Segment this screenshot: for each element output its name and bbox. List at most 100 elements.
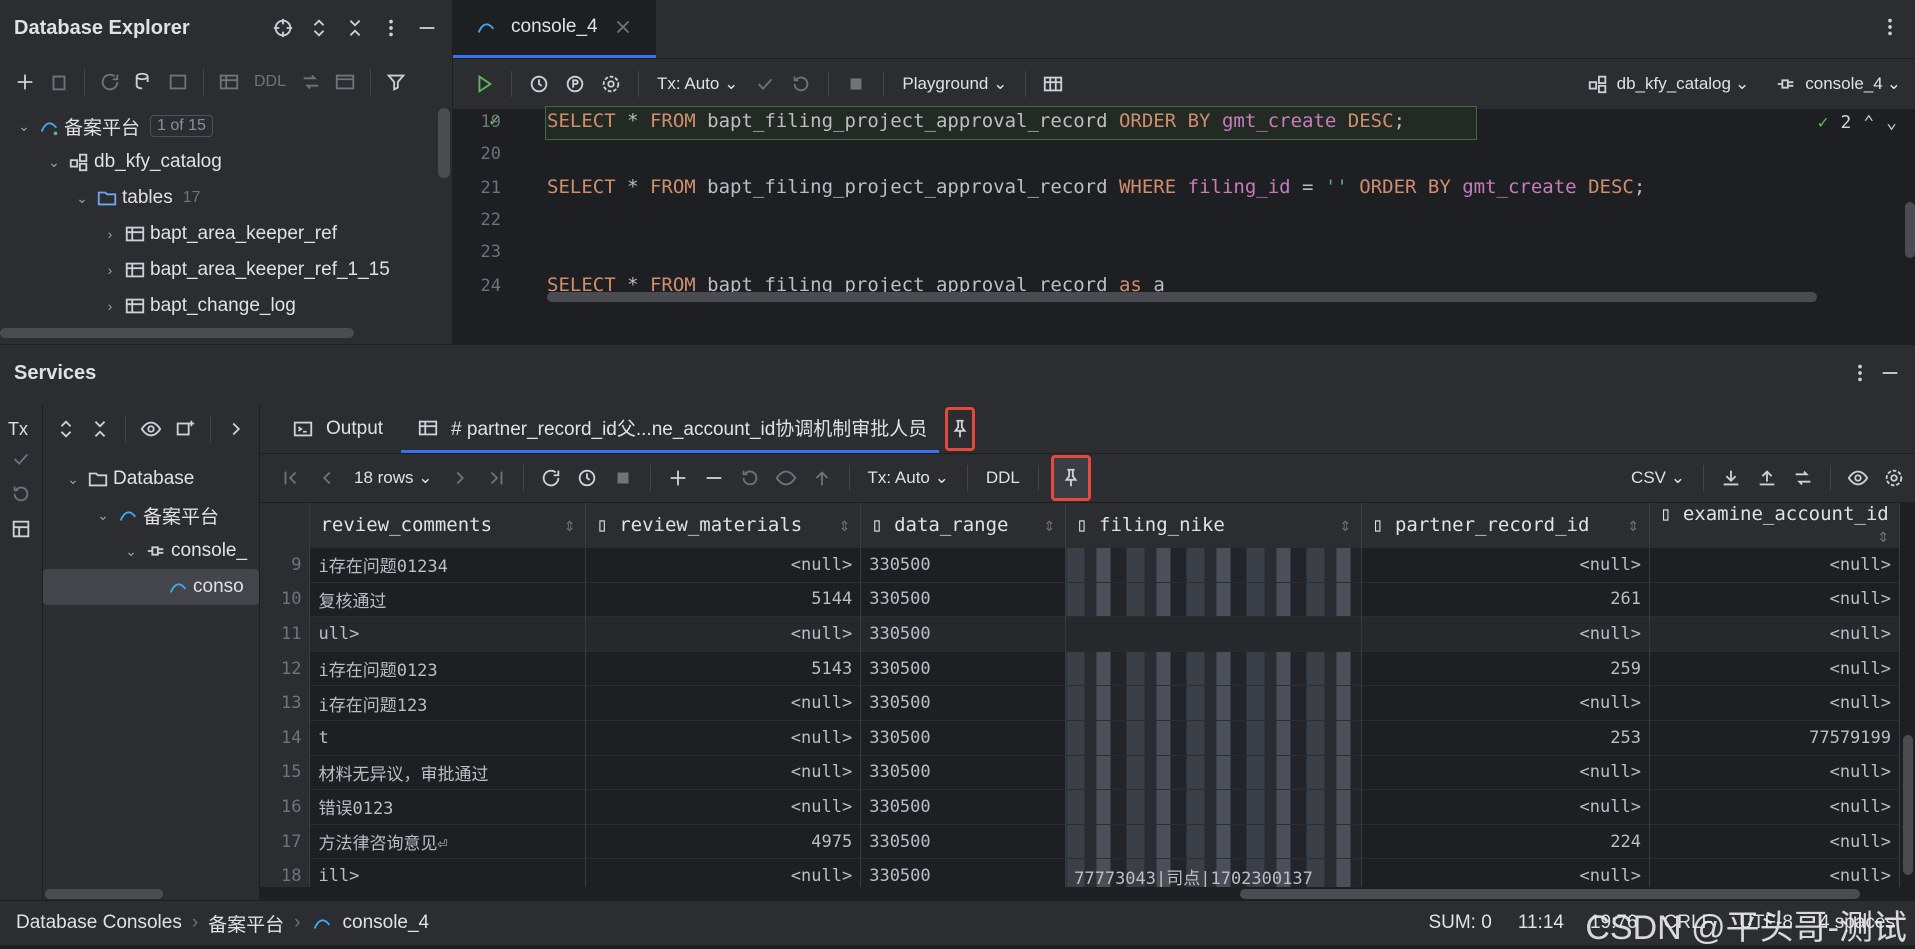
- table-row[interactable]: 14 t <null> 330500 253 77579199: [260, 719, 1900, 756]
- minimize-icon[interactable]: [1875, 358, 1905, 388]
- table-cell[interactable]: <null>: [1649, 789, 1900, 825]
- table-cell[interactable]: 77579199: [1649, 719, 1900, 756]
- column-header[interactable]: review_comments ⇕: [309, 503, 587, 548]
- table-cell[interactable]: ull>: [309, 616, 587, 652]
- copy-icon[interactable]: [44, 67, 74, 97]
- first-page-icon[interactable]: [276, 463, 306, 493]
- table-cell[interactable]: <null>: [1649, 823, 1900, 859]
- table-row[interactable]: 11 ull> <null> 330500 <null> <null>: [260, 616, 1900, 652]
- table-row[interactable]: 16 错误0123 <null> 330500 <null> <null>: [260, 789, 1900, 825]
- revert-icon[interactable]: [735, 463, 765, 493]
- new-service-icon[interactable]: [170, 414, 200, 444]
- caret-position[interactable]: 11:14: [1518, 912, 1564, 934]
- table-cell[interactable]: 330500: [860, 547, 1067, 583]
- table-cell[interactable]: <null>: [585, 685, 862, 721]
- table-row[interactable]: 12 i存在问题0123 5143 330500 259 <null>: [260, 650, 1900, 686]
- table-row[interactable]: 10 复核通过 5144 330500 261 <null>: [260, 581, 1900, 617]
- close-icon[interactable]: [608, 12, 638, 42]
- tree-item-datasource[interactable]: ⌄ 备案平台 1 of 15: [0, 108, 452, 144]
- table-row[interactable]: 17 方法律咨询意见⏎ 4975 330500 224 <null>: [260, 823, 1900, 859]
- table-cell[interactable]: i存在问题01234: [309, 547, 587, 583]
- compare-icon[interactable]: [296, 67, 326, 97]
- table-cell[interactable]: [1065, 823, 1363, 859]
- chevron-down-icon[interactable]: ⌄: [63, 471, 83, 488]
- table-view-icon[interactable]: [1038, 69, 1068, 99]
- history-icon[interactable]: [572, 463, 602, 493]
- table-cell[interactable]: <null>: [585, 858, 862, 887]
- ddl-button[interactable]: DDL: [980, 468, 1026, 488]
- chevron-up-icon[interactable]: ⌃: [1863, 112, 1874, 133]
- table-cell[interactable]: 253: [1361, 719, 1650, 756]
- collapse-all-icon[interactable]: [340, 13, 370, 43]
- more-options-icon[interactable]: [376, 13, 406, 43]
- stop-icon[interactable]: [608, 463, 638, 493]
- table-cell[interactable]: 330500: [860, 685, 1067, 721]
- table-cell[interactable]: <null>: [1649, 754, 1900, 790]
- table-cell[interactable]: 330500: [860, 581, 1067, 617]
- eye-icon[interactable]: [1843, 463, 1873, 493]
- table-row[interactable]: 15 材料无异议，审批通过 <null> 330500 <null> <null>: [260, 754, 1900, 790]
- tree-item-database[interactable]: ⌄ Database: [43, 461, 259, 497]
- jump-to-console-icon[interactable]: [163, 67, 193, 97]
- breadcrumb-item[interactable]: 备案平台: [208, 910, 284, 937]
- chevron-down-icon[interactable]: ⌄: [121, 543, 141, 560]
- stop-icon[interactable]: [841, 69, 871, 99]
- table-cell[interactable]: 330500: [860, 754, 1067, 790]
- breadcrumb-item[interactable]: Database Consoles: [16, 912, 182, 934]
- table-cell[interactable]: 77773043|司点|1702300137: [1065, 858, 1363, 887]
- column-header[interactable]: ▯ data_range ⇕: [860, 503, 1067, 548]
- tree-item-datasource[interactable]: ⌄ 备案平台: [43, 497, 259, 533]
- table-cell[interactable]: <null>: [1361, 858, 1650, 887]
- chevron-right-icon[interactable]: ›: [100, 226, 120, 242]
- session-selector[interactable]: console_4 ⌄: [1755, 69, 1915, 99]
- table-cell[interactable]: 330500: [860, 616, 1067, 652]
- horizontal-scrollbar[interactable]: [547, 292, 1817, 302]
- chevron-down-icon[interactable]: ⌄: [72, 190, 92, 207]
- table-icon[interactable]: [214, 67, 244, 97]
- table-cell[interactable]: <null>: [585, 719, 862, 756]
- table-cell[interactable]: <null>: [585, 754, 862, 790]
- code-line[interactable]: SELECT * FROM bapt_filing_project_approv…: [547, 176, 1645, 198]
- table-cell[interactable]: <null>: [585, 547, 862, 583]
- commit-icon[interactable]: [750, 69, 780, 99]
- table-cell[interactable]: <null>: [1361, 616, 1650, 652]
- table-cell[interactable]: i存在问题0123: [309, 650, 587, 686]
- table-cell[interactable]: 5143: [585, 650, 862, 686]
- tree-item-console[interactable]: conso: [43, 569, 259, 605]
- layout-icon[interactable]: [6, 514, 36, 544]
- datasource-properties-icon[interactable]: [129, 67, 159, 97]
- settings-icon[interactable]: [596, 69, 626, 99]
- table-cell[interactable]: [1065, 754, 1363, 790]
- chevron-down-icon[interactable]: ⌄: [93, 507, 113, 524]
- table-cell[interactable]: 方法律咨询意见⏎: [309, 823, 587, 859]
- table-cell[interactable]: 复核通过: [309, 581, 587, 617]
- ddl-button[interactable]: DDL: [248, 73, 292, 91]
- expand-all-icon[interactable]: [304, 13, 334, 43]
- tab-output[interactable]: Output: [276, 405, 395, 453]
- previous-page-icon[interactable]: [312, 463, 342, 493]
- tab-console[interactable]: console_4: [453, 0, 656, 58]
- vertical-scrollbar[interactable]: [438, 108, 450, 178]
- tree-item-table[interactable]: › bapt_change_log: [0, 288, 452, 324]
- table-cell[interactable]: 259: [1361, 650, 1650, 686]
- table-row[interactable]: 9 i存在问题01234 <null> 330500 <null> <null>: [260, 547, 1900, 583]
- add-row-icon[interactable]: [663, 463, 693, 493]
- table-cell[interactable]: 224: [1361, 823, 1650, 859]
- code-line[interactable]: SELECT * FROM bapt_filing_project_approv…: [547, 110, 1405, 132]
- table-cell[interactable]: <null>: [1649, 650, 1900, 686]
- commit-icon[interactable]: [6, 444, 36, 474]
- transaction-mode-dropdown[interactable]: Tx: Auto ⌄: [862, 468, 955, 488]
- chevron-down-icon[interactable]: ⌄: [1886, 112, 1897, 133]
- delete-row-icon[interactable]: [699, 463, 729, 493]
- tree-item-tables-folder[interactable]: ⌄ tables 17: [0, 180, 452, 216]
- vertical-scrollbar[interactable]: [1903, 735, 1913, 875]
- table-cell[interactable]: 5144: [585, 581, 862, 617]
- reload-icon[interactable]: [536, 463, 566, 493]
- tree-item-session[interactable]: ⌄ console_: [43, 533, 259, 569]
- column-header[interactable]: ▯ review_materials ⇕: [585, 503, 862, 548]
- preview-changes-icon[interactable]: [771, 463, 801, 493]
- code-area[interactable]: 19 SELECT * FROM bapt_filing_project_appr…: [453, 106, 1915, 344]
- tab-result[interactable]: # partner_record_id父...ne_account_id协调机制…: [401, 405, 940, 453]
- result-grid[interactable]: review_comments ⇕ ▯ review_materials ⇕ ▯ d…: [260, 503, 1900, 887]
- horizontal-scrollbar[interactable]: [0, 328, 354, 338]
